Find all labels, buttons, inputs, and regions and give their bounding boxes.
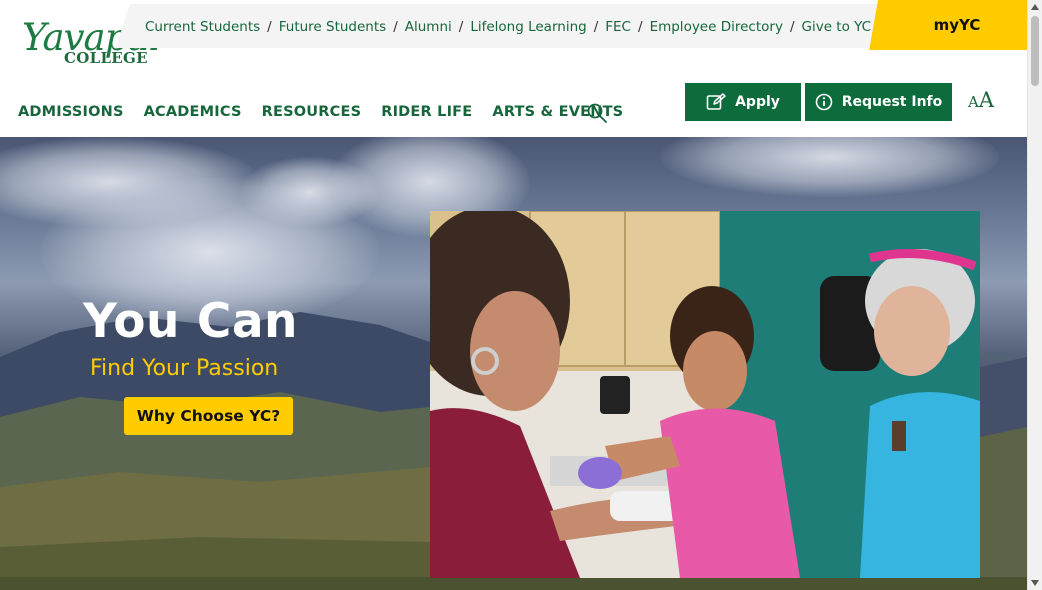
nav-rider-life[interactable]: RIDER LIFE (381, 104, 472, 120)
info-circle-icon (815, 93, 833, 111)
separator: / (393, 19, 398, 35)
utility-link-future-students[interactable]: Future Students (279, 19, 386, 35)
separator: / (789, 19, 795, 35)
utility-link-fec[interactable]: FEC (605, 19, 631, 35)
separator: / (267, 19, 272, 35)
text-size-large: A (978, 88, 995, 112)
utility-link-alumni[interactable]: Alumni (405, 19, 452, 35)
utility-link-lifelong-learning[interactable]: Lifelong Learning (470, 19, 586, 35)
edit-icon (706, 93, 726, 110)
cloud (660, 137, 1000, 197)
scroll-thumb[interactable] (1031, 16, 1039, 86)
apply-label: Apply (735, 94, 780, 110)
nav-resources[interactable]: RESOURCES (262, 104, 362, 120)
scroll-down-arrow-icon[interactable] (1031, 580, 1039, 586)
separator: / (593, 19, 599, 35)
utility-link-employee-directory[interactable]: Employee Directory (650, 19, 783, 35)
main-nav: ADMISSIONS ACADEMICS RESOURCES RIDER LIF… (18, 104, 643, 120)
separator: / (638, 19, 643, 35)
utility-link-give-to-yc[interactable]: Give to YC (802, 19, 872, 35)
logo-subtext: COLLEGE (64, 49, 148, 67)
hero-title: You Can (83, 294, 298, 349)
site-header: Yavapai COLLEGE Current Students / Futur… (0, 0, 1027, 137)
nav-admissions[interactable]: ADMISSIONS (18, 104, 124, 120)
request-info-button[interactable]: Request Info (805, 83, 952, 121)
scroll-up-arrow-icon[interactable] (1031, 4, 1039, 10)
hero-photo-nursing-students (430, 211, 980, 578)
hero-subtitle: Find Your Passion (90, 356, 279, 381)
myyc-button[interactable]: myYC (887, 0, 1027, 50)
text-size-toggle[interactable]: AA (968, 88, 994, 112)
nav-academics[interactable]: ACADEMICS (144, 104, 242, 120)
utility-links: Current Students / Future Students / Alu… (145, 17, 871, 37)
utility-link-current-students[interactable]: Current Students (145, 19, 260, 35)
search-icon[interactable] (586, 102, 608, 124)
separator: / (458, 19, 464, 35)
page-scrollbar[interactable] (1027, 0, 1042, 590)
text-size-small: A (968, 93, 979, 111)
request-info-label: Request Info (841, 94, 943, 110)
hero-banner: You Can Find Your Passion Why Choose YC? (0, 137, 1027, 590)
cloud (240, 157, 380, 227)
apply-button[interactable]: Apply (685, 83, 801, 121)
why-choose-yc-button[interactable]: Why Choose YC? (124, 397, 293, 435)
